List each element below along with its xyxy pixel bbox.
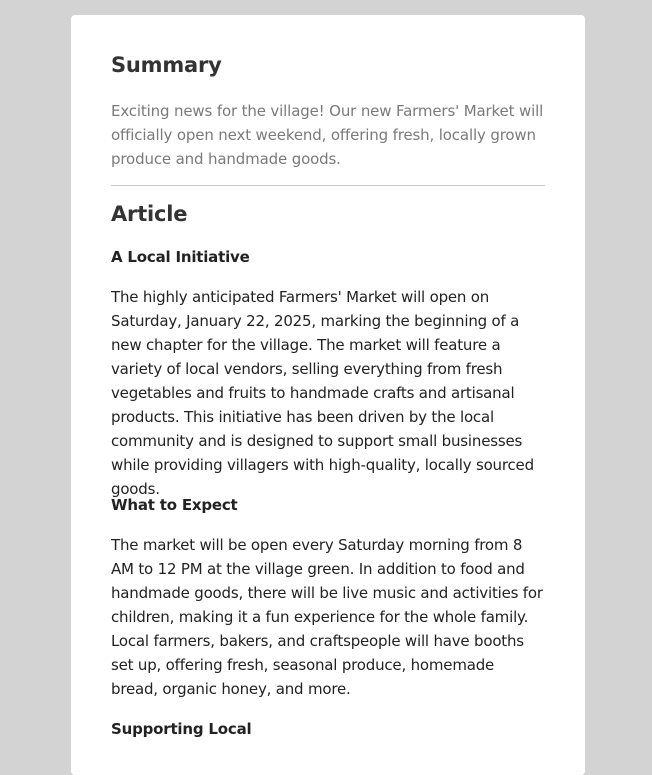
section-text: The highly anticipated Farmers' Market w… [111, 288, 534, 498]
article-card: Summary Exciting news for the village! O… [71, 15, 585, 775]
article-heading: Article [111, 202, 188, 226]
section-text: The market will be open every Saturday m… [111, 536, 543, 698]
summary-text: Exciting news for the village! Our new F… [111, 102, 544, 168]
section-heading: What to Expect [111, 496, 238, 514]
section-heading: A Local Initiative [111, 248, 250, 266]
article-section-supporting-local: Supporting Local [111, 717, 545, 741]
article-section-local-initiative: A Local Initiative The highly anticipate… [111, 245, 545, 501]
divider [111, 185, 545, 186]
section-heading: Supporting Local [111, 720, 252, 738]
summary-heading: Summary [111, 53, 222, 77]
article-section-what-to-expect: What to Expect The market will be open e… [111, 493, 545, 701]
